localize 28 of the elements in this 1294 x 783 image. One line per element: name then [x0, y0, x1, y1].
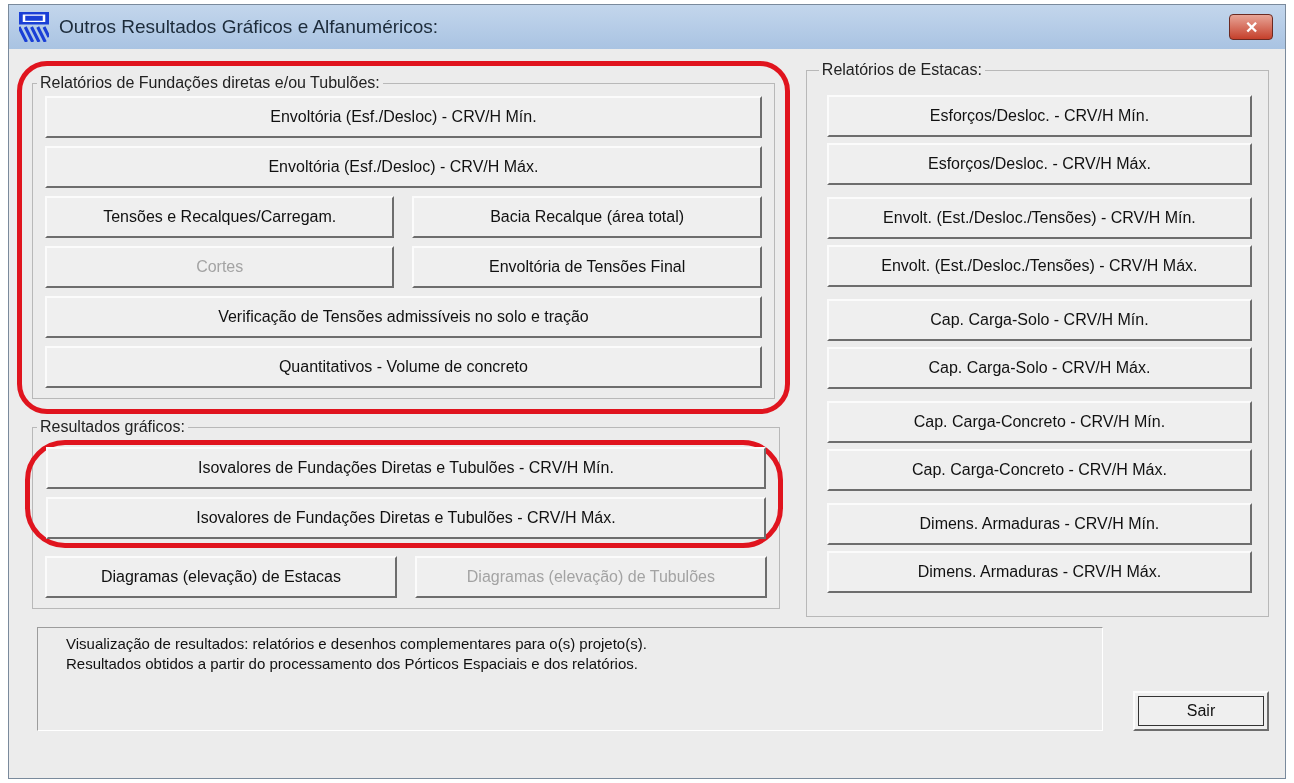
report-button[interactable]: Tensões e Recalques/Carregam. — [45, 196, 395, 238]
description-text: Resultados obtidos a partir do processamento dos Pórticos Espaciais e dos relatórios. — [66, 654, 639, 674]
report-button[interactable]: Dimens. Armaduras - CRV/H Mín. — [826, 503, 1252, 545]
report-button[interactable]: Cap. Carga-Concreto - CRV/H Mín. — [826, 401, 1252, 443]
report-button[interactable]: Envoltória (Esf./Desloc) - CRV/H Mín. — [45, 96, 762, 138]
report-button[interactable]: Dimens. Armaduras - CRV/H Máx. — [826, 551, 1252, 593]
report-button[interactable]: Cap. Carga-Concreto - CRV/H Máx. — [826, 449, 1252, 491]
report-button[interactable]: Esforços/Desloc. - CRV/H Máx. — [826, 143, 1252, 185]
report-button[interactable]: Quantitativos - Volume de concreto — [45, 346, 762, 388]
report-button[interactable]: Cap. Carga-Solo - CRV/H Mín. — [826, 299, 1252, 341]
report-button[interactable]: Cap. Carga-Solo - CRV/H Máx. — [826, 347, 1252, 389]
report-button[interactable]: Isovalores de Fundações Diretas e Tubulões - CRV/H Mín. — [46, 447, 766, 489]
description-text: Visualização de resultados: relatórios e desenhos complementares para o(s) projeto(s). — [66, 634, 648, 654]
report-button[interactable]: Esforços/Desloc. - CRV/H Mín. — [826, 95, 1252, 137]
group-title: Resultados gráficos: — [39, 418, 186, 436]
report-button[interactable]: Envoltória de Tensões Final — [412, 246, 762, 288]
app-logo-icon — [19, 12, 49, 42]
report-button[interactable]: Bacia Recalque (área total) — [412, 196, 762, 238]
exit-button[interactable]: Sair — [1133, 691, 1269, 731]
report-button[interactable]: Verificação de Tensões admissíveis no solo e tração — [45, 296, 762, 338]
report-button[interactable]: Diagramas (elevação) de Estacas — [45, 556, 397, 598]
group-title: Relatórios de Estacas: — [820, 61, 983, 79]
report-button[interactable]: Envolt. (Est./Desloc./Tensões) - CRV/H Máx. — [826, 245, 1252, 287]
report-button[interactable]: Isovalores de Fundações Diretas e Tubulões - CRV/H Máx. — [46, 497, 766, 539]
window-title: Outros Resultados Gráficos e Alfanuméricos: — [59, 16, 440, 38]
group-title: Relatórios de Fundações diretas e/ou Tubulões: — [39, 74, 381, 92]
report-button[interactable]: Envoltória (Esf./Desloc) - CRV/H Máx. — [45, 146, 762, 188]
report-button[interactable]: Envolt. (Est./Desloc./Tensões) - CRV/H Mín. — [826, 197, 1252, 239]
